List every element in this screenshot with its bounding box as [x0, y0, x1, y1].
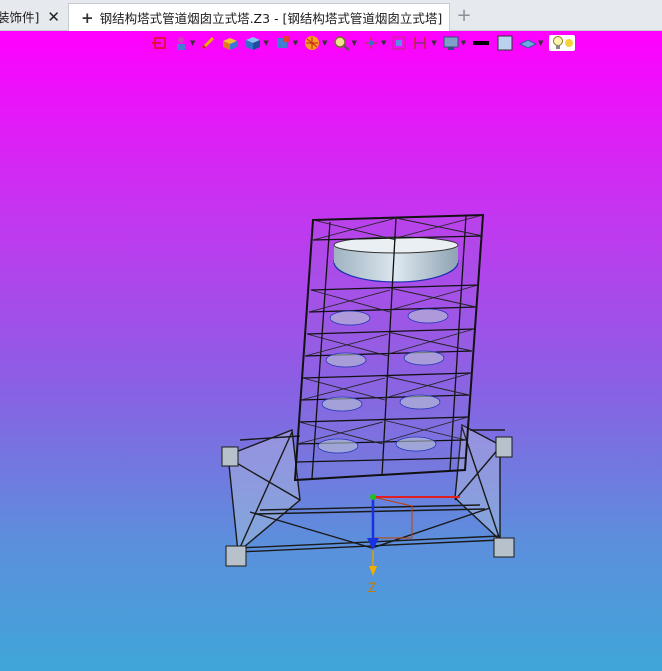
chevron-down-icon[interactable]: ▼	[461, 39, 466, 47]
component-icon[interactable]: ▼	[173, 35, 195, 51]
layer-icon[interactable]: ▼	[519, 35, 544, 51]
tower-model: Z	[221, 213, 515, 595]
fill-color-icon[interactable]	[496, 35, 514, 51]
iso-cube-icon[interactable]: ▼	[244, 35, 269, 51]
section-icon[interactable]: ▼	[412, 35, 437, 51]
light-bulb-icon[interactable]	[548, 35, 575, 51]
view-cube-icon[interactable]: ▼	[274, 35, 298, 51]
display-icon[interactable]: ▼	[442, 35, 466, 51]
new-tab-button[interactable]: +	[454, 3, 474, 29]
exit-sketch-icon[interactable]	[152, 35, 168, 51]
3d-viewport[interactable]: Z ▼ ▼ ▼ ▼ ▼ ▼ ▼ ▼ ▼	[0, 31, 662, 671]
view-toolbar: ▼ ▼ ▼ ▼ ▼ ▼ ▼ ▼ ▼	[152, 34, 580, 52]
tab-label: 钢结构塔式管道烟囱立式塔.Z3 - [钢结构塔式管道烟囱立式塔]	[99, 11, 443, 26]
plus-icon: +	[81, 8, 94, 27]
axis-pan-icon[interactable]: ▼	[362, 35, 386, 51]
chevron-down-icon[interactable]: ▼	[538, 39, 543, 47]
chevron-down-icon[interactable]: ▼	[431, 39, 436, 47]
zoom-icon[interactable]: ▼	[333, 35, 357, 51]
tab-bar: 装饰件] ✕ + 钢结构塔式管道烟囱立式塔.Z3 - [钢结构塔式管道烟囱立式塔…	[0, 0, 662, 31]
chevron-down-icon[interactable]: ▼	[263, 39, 268, 47]
tab-current-document[interactable]: + 钢结构塔式管道烟囱立式塔.Z3 - [钢结构塔式管道烟囱立式塔] ✕	[68, 3, 450, 31]
z-axis-label: Z	[368, 579, 377, 595]
chevron-down-icon[interactable]: ▼	[190, 39, 195, 47]
chevron-down-icon[interactable]: ▼	[322, 39, 327, 47]
frame-select-icon[interactable]	[391, 35, 407, 51]
chevron-down-icon[interactable]: ▼	[381, 39, 386, 47]
tab-label: 装饰件]	[0, 10, 40, 25]
shaded-box-icon[interactable]	[221, 35, 239, 51]
pencil-icon[interactable]	[200, 35, 216, 51]
tab-previous-document[interactable]: 装饰件] ✕	[0, 3, 64, 30]
render-mode-icon[interactable]: ▼	[303, 35, 328, 51]
line-color-icon[interactable]	[471, 35, 491, 51]
chevron-down-icon[interactable]: ▼	[293, 39, 298, 47]
chevron-down-icon[interactable]: ▼	[352, 39, 357, 47]
close-icon[interactable]: ✕	[47, 8, 60, 26]
